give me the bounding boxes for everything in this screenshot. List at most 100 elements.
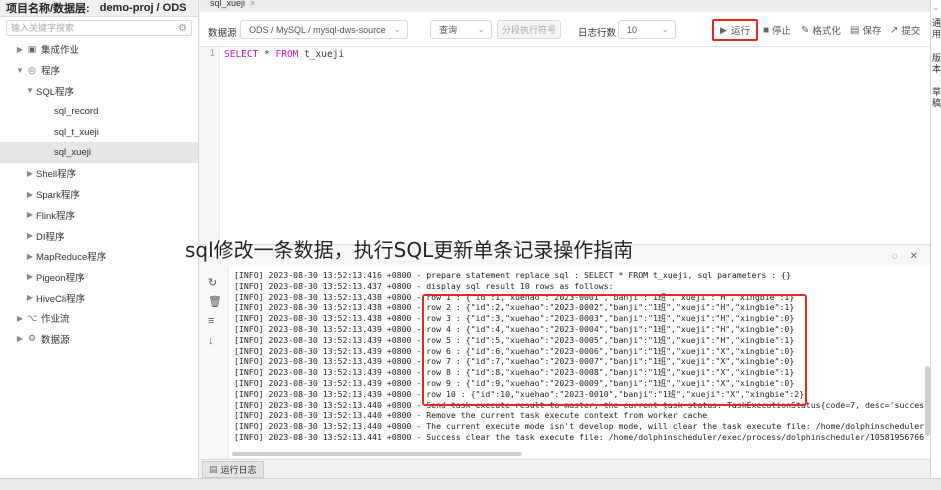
refresh-circle-icon[interactable]: ◌	[892, 251, 898, 262]
project-header-label: 项目名称/数据层:	[6, 3, 90, 15]
sidebar-item-shell[interactable]: ▶ Shell程序	[0, 163, 198, 184]
caret-right-icon[interactable]: ▶	[24, 272, 36, 281]
refresh-icon[interactable]: ↻	[208, 276, 217, 289]
play-icon: ▶	[720, 24, 727, 35]
trash-icon[interactable]: 🗑	[208, 295, 222, 308]
log-tools: ◌ ✕	[892, 251, 918, 262]
format-button[interactable]: ✎ 格式化	[801, 23, 841, 38]
sidebar-search-row: ⚙	[0, 17, 198, 39]
caret-right-icon[interactable]: ▶	[24, 169, 36, 178]
format-label: 格式化	[812, 26, 841, 37]
tab-bar	[200, 0, 930, 11]
query-type-select[interactable]: 查询 ⌄	[430, 20, 492, 39]
sidebar-item-hivecli[interactable]: ▶ HiveCli程序	[0, 287, 198, 308]
sidebar-item-label: 集成作业	[41, 45, 80, 57]
log-file-icon: ▤	[209, 464, 218, 474]
editor-gutter: 1	[200, 47, 220, 244]
stop-button[interactable]: ■ 停止	[763, 23, 792, 38]
sql-code-line[interactable]: SELECT * FROM t_xueji	[224, 49, 344, 60]
sidebar-item-label: MapReduce程序	[36, 252, 107, 264]
datasource-value: ODS / MySQL / mysql-dws-source	[249, 24, 386, 35]
run-label: 运行	[730, 26, 750, 37]
caret-down-icon[interactable]: ▼	[14, 66, 26, 75]
caret-right-icon[interactable]: ▶	[14, 314, 26, 323]
submit-icon: ↗	[890, 24, 899, 36]
brush-icon: ✎	[801, 24, 810, 36]
folder-type-icon: ◎	[28, 64, 36, 75]
sidebar-item-label: 程序	[41, 66, 61, 78]
project-header: 项目名称/数据层: demo-proj / ODS	[0, 0, 198, 17]
chevron-down-icon: ⌄	[477, 24, 485, 34]
stop-icon: ■	[763, 24, 770, 36]
sidebar-item-label: sql_t_xueji	[54, 126, 99, 138]
sidebar-item-sql_record[interactable]: sql_record	[0, 101, 198, 122]
close-icon[interactable]: ✕	[910, 251, 918, 262]
caret-right-icon[interactable]: ▶	[14, 334, 26, 343]
segment-execute-button[interactable]: 分段执行符号	[497, 20, 561, 39]
sidebar-search-box: ⚙	[6, 20, 192, 36]
caret-right-icon[interactable]: ▶	[24, 190, 36, 199]
sidebar-item-label: DI程序	[36, 231, 65, 243]
tab-sql-xueji[interactable]: sql_xueji ×	[210, 0, 255, 8]
submit-label: 提交	[901, 26, 921, 37]
right-panel-char-0[interactable]: 通	[932, 18, 941, 28]
sidebar-item-0[interactable]: ▶ ▣ 集成作业	[0, 39, 198, 60]
log-horizontal-scrollbar[interactable]	[232, 452, 522, 456]
caret-right-icon[interactable]: ▶	[24, 252, 36, 261]
bottom-tab-bar: ▤ 运行日志	[200, 459, 930, 478]
sidebar-item-di[interactable]: ▶ DI程序	[0, 225, 198, 246]
sidebar-item-label: SQL程序	[36, 86, 75, 98]
sidebar-item-label: Spark程序	[36, 190, 80, 202]
save-button[interactable]: ▤ 保存	[850, 23, 881, 38]
folder-type-icon: ▣	[27, 43, 37, 54]
right-panel-char-4[interactable]: 草	[932, 87, 941, 97]
sidebar-search-input[interactable]	[11, 23, 179, 33]
sql-editor[interactable]: 1 SELECT * FROM t_xueji	[200, 47, 930, 245]
datasource-select[interactable]: ODS / MySQL / mysql-dws-source ⌄	[240, 20, 408, 39]
log-line: [INFO] 2023-08-30 13:52:13.441 +0800 - S…	[234, 431, 925, 442]
sidebar-item-sql[interactable]: ▼ SQL程序	[0, 80, 198, 101]
log-line: [INFO] 2023-08-30 13:52:13.437 +0800 - d…	[234, 280, 614, 291]
download-icon[interactable]: ↓	[208, 335, 214, 347]
datasource-label: 数据源	[208, 28, 237, 39]
stop-label: 停止	[772, 26, 792, 37]
right-side-panel: ⌄ 通 用 版 本 草 稿	[930, 0, 941, 478]
right-panel-char-1[interactable]: 用	[932, 29, 941, 39]
sidebar-item-label: Pigeon程序	[36, 272, 85, 284]
chevron-down-icon: ⌄	[393, 24, 401, 34]
result-rows-highlight	[422, 294, 807, 406]
caret-right-icon[interactable]: ▶	[24, 293, 36, 302]
log-rows-select[interactable]: 10 ⌄	[618, 20, 676, 39]
sidebar-item-14[interactable]: ▶ ⚙ 数据源	[0, 329, 198, 350]
sidebar-item-sql_t_xueji[interactable]: sql_t_xueji	[0, 122, 198, 143]
submit-button[interactable]: ↗ 提交	[890, 23, 921, 38]
sidebar-item-label: sql_record	[54, 105, 99, 117]
caret-right-icon[interactable]: ▶	[24, 231, 36, 240]
tab-sql-label: sql_xueji	[210, 0, 246, 8]
chevron-down-icon[interactable]: ⌄	[932, 2, 940, 12]
sql-keyword-select: SELECT	[224, 49, 259, 60]
log-rows-value: 10	[627, 24, 638, 35]
settings-icon[interactable]: ⚙	[178, 23, 187, 34]
close-icon[interactable]: ×	[250, 0, 255, 8]
caret-down-icon[interactable]: ▼	[24, 86, 36, 95]
sidebar-item-flink[interactable]: ▶ Flink程序	[0, 205, 198, 226]
sidebar-item-spark[interactable]: ▶ Spark程序	[0, 184, 198, 205]
log-line: [INFO] 2023-08-30 13:52:13.440 +0800 - T…	[234, 421, 925, 432]
article-caption: sql修改一条数据，执行SQL更新单条记录操作指南	[185, 238, 634, 262]
wrap-lines-icon[interactable]: ≡	[208, 315, 214, 327]
log-line: [INFO] 2023-08-30 13:52:13.416 +0800 - p…	[234, 270, 792, 280]
right-panel-char-5[interactable]: 稿	[932, 98, 941, 108]
chevron-down-icon: ⌄	[661, 24, 669, 34]
right-panel-char-2[interactable]: 版	[932, 53, 941, 63]
caret-right-icon[interactable]: ▶	[24, 210, 36, 219]
sidebar-item-pigeon[interactable]: ▶ Pigeon程序	[0, 267, 198, 288]
sidebar-item-1[interactable]: ▼ ◎ 程序	[0, 60, 198, 81]
sidebar-item-13[interactable]: ▶ ⌥ 作业流	[0, 308, 198, 329]
sidebar-item-sql_xueji[interactable]: sql_xueji	[0, 142, 198, 164]
caret-right-icon[interactable]: ▶	[14, 45, 26, 54]
sidebar-item-mapreduce[interactable]: ▶ MapReduce程序	[0, 246, 198, 267]
right-panel-char-3[interactable]: 本	[932, 64, 941, 74]
run-button[interactable]: ▶ 运行	[712, 19, 758, 41]
tab-run-log[interactable]: ▤ 运行日志	[202, 461, 264, 478]
